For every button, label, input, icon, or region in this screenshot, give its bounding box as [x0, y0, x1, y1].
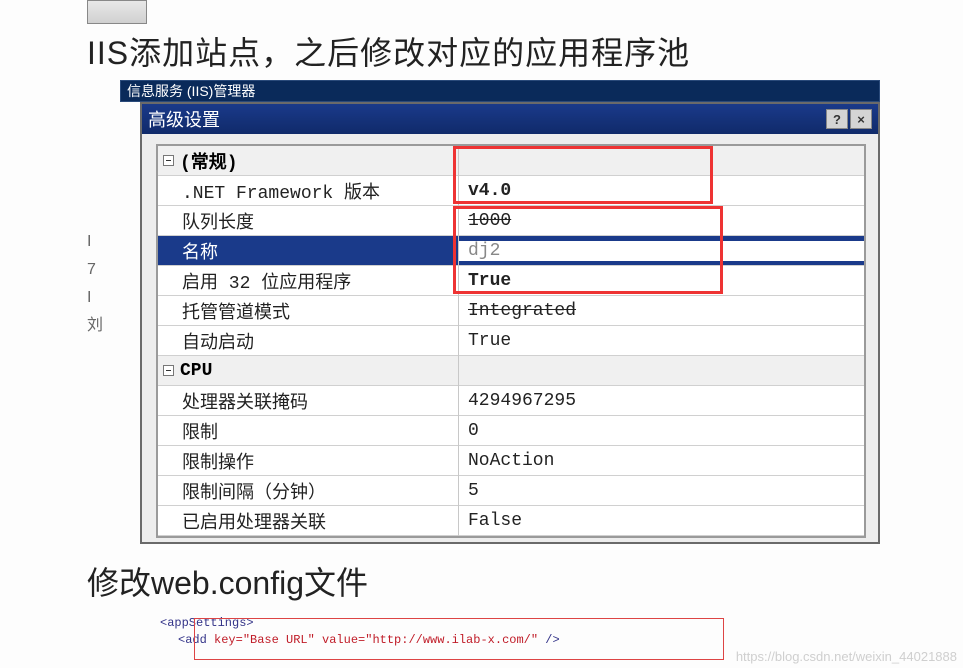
- prop-key: 处理器关联掩码: [178, 388, 458, 414]
- prop-autostart[interactable]: 自动启动 True: [158, 326, 864, 356]
- code-snippet: <appSettings> <add key="Base URL" value=…: [160, 615, 560, 649]
- category-cpu[interactable]: CPU: [158, 356, 864, 386]
- prop-key: 队列长度: [178, 208, 458, 234]
- prop-value[interactable]: NoAction: [458, 451, 864, 471]
- prop-limit-interval[interactable]: 限制间隔（分钟） 5: [158, 476, 864, 506]
- code-tag-close: />: [538, 633, 560, 647]
- property-grid[interactable]: (常规) .NET Framework 版本 v4.0 队列长度 1000 名称…: [156, 144, 866, 538]
- parent-window-titlebar: 信息服务 (IIS)管理器: [120, 80, 880, 102]
- prop-net-framework[interactable]: .NET Framework 版本 v4.0: [158, 176, 864, 206]
- help-button[interactable]: ?: [826, 109, 848, 129]
- property-grid-container: (常规) .NET Framework 版本 v4.0 队列长度 1000 名称…: [142, 134, 878, 542]
- code-tag-open: <add: [160, 633, 214, 647]
- close-button[interactable]: ×: [850, 109, 872, 129]
- prop-key: 限制操作: [178, 448, 458, 474]
- prop-key: 已启用处理器关联: [178, 508, 458, 534]
- prop-value[interactable]: True: [458, 271, 864, 291]
- category-general[interactable]: (常规): [158, 146, 864, 176]
- advanced-settings-dialog: 高级设置 ? × (常规) .NET Framework 版本 v4.0 队列长…: [140, 102, 880, 544]
- watermark: https://blog.csdn.net/weixin_44021888: [736, 649, 957, 664]
- prop-value[interactable]: 4294967295: [458, 391, 864, 411]
- prop-limit-action[interactable]: 限制操作 NoAction: [158, 446, 864, 476]
- prop-key: 限制间隔（分钟）: [178, 478, 458, 504]
- prop-key: 托管管道模式: [178, 298, 458, 324]
- prop-limit[interactable]: 限制 0: [158, 416, 864, 446]
- category-label: CPU: [178, 361, 212, 381]
- prop-value[interactable]: True: [458, 331, 864, 351]
- collapse-icon[interactable]: [158, 365, 178, 376]
- category-label: (常规): [178, 148, 238, 174]
- prop-key: 启用 32 位应用程序: [178, 268, 458, 294]
- prop-key: 名称: [178, 238, 458, 264]
- window-fragment: [87, 0, 147, 24]
- prop-value[interactable]: 5: [458, 481, 864, 501]
- prop-value[interactable]: 0: [458, 421, 864, 441]
- instruction-heading-2: 修改web.config文件: [87, 558, 368, 604]
- dialog-title: 高级设置: [148, 106, 220, 132]
- code-line-1: <appSettings>: [160, 616, 254, 630]
- code-attrs: key="Base URL" value="http://www.ilab-x.…: [214, 633, 538, 647]
- collapse-icon[interactable]: [158, 155, 178, 166]
- prop-key: 自动启动: [178, 328, 458, 354]
- prop-value[interactable]: 1000: [458, 211, 864, 231]
- prop-key: .NET Framework 版本: [178, 178, 458, 204]
- left-edge-fragments: I7I刘: [87, 228, 103, 340]
- prop-key: 限制: [178, 418, 458, 444]
- prop-queue-length[interactable]: 队列长度 1000: [158, 206, 864, 236]
- column-separator: [458, 146, 459, 536]
- prop-pipeline-mode[interactable]: 托管管道模式 Integrated: [158, 296, 864, 326]
- prop-affinity-mask[interactable]: 处理器关联掩码 4294967295: [158, 386, 864, 416]
- prop-value[interactable]: dj2: [458, 241, 864, 261]
- prop-value[interactable]: False: [458, 511, 864, 531]
- parent-window-title: 信息服务 (IIS)管理器: [127, 81, 255, 101]
- instruction-heading-1: IIS添加站点，之后修改对应的应用程序池: [87, 28, 690, 74]
- prop-name[interactable]: 名称 dj2: [158, 236, 864, 266]
- prop-affinity-enabled[interactable]: 已启用处理器关联 False: [158, 506, 864, 536]
- prop-value[interactable]: Integrated: [458, 301, 864, 321]
- prop-enable-32bit[interactable]: 启用 32 位应用程序 True: [158, 266, 864, 296]
- prop-value[interactable]: v4.0: [458, 181, 864, 201]
- dialog-titlebar: 高级设置 ? ×: [142, 104, 878, 134]
